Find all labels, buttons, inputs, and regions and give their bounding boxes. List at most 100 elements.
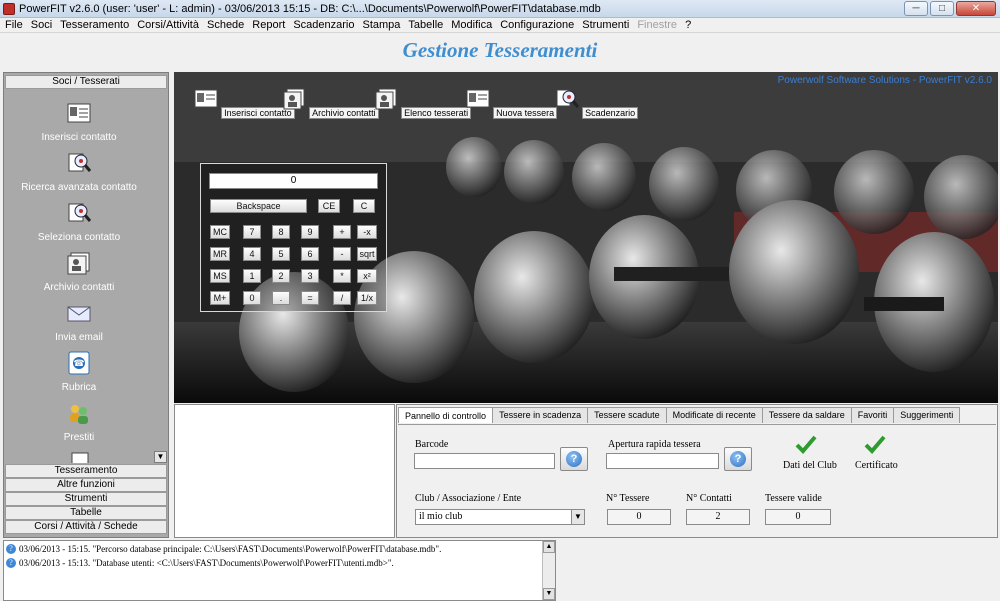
calc-sqrt-button[interactable]: sqrt (357, 247, 377, 261)
tab-modificate-di-recente[interactable]: Modificate di recente (665, 407, 763, 423)
sidebar-section-tabelle[interactable]: Tabelle (5, 506, 167, 520)
info-icon: ? (6, 544, 16, 554)
menu-modifica[interactable]: Modifica (451, 19, 492, 31)
calc-6-button[interactable]: 6 (301, 247, 319, 261)
menu-tabelle[interactable]: Tabelle (408, 19, 443, 31)
menu-report[interactable]: Report (252, 19, 285, 31)
calc-mr-button[interactable]: MR (210, 247, 230, 261)
maximize-button[interactable]: □ (930, 1, 954, 16)
calc-2-button[interactable]: 2 (272, 269, 290, 283)
toolbar-elenco-tesserati[interactable]: Elenco tesserati (374, 88, 472, 119)
calc-subtract-button[interactable]: - (333, 247, 351, 261)
tab-tessere-scadute[interactable]: Tessere scadute (587, 407, 667, 423)
chevron-down-icon[interactable]: ▼ (154, 451, 167, 463)
tab-suggerimenti[interactable]: Suggerimenti (893, 407, 961, 423)
apertura-rapida-label: Apertura rapida tessera (608, 439, 701, 450)
calc-5-button[interactable]: 5 (272, 247, 290, 261)
menu-configurazione[interactable]: Configurazione (500, 19, 574, 31)
menu-finestre: Finestre (637, 19, 678, 31)
sidebar-section-strumenti[interactable]: Strumenti (5, 492, 167, 506)
club-label: Club / Associazione / Ente (415, 493, 522, 504)
calc-reciprocal-button[interactable]: 1/x (357, 291, 377, 305)
calc-9-button[interactable]: 9 (301, 225, 319, 239)
toolbar-scadenzario[interactable]: Scadenzario (555, 88, 639, 119)
sidebar-section-tesseramento[interactable]: Tesseramento (5, 464, 167, 478)
log-scrollbar[interactable]: ▲ ▼ (542, 541, 555, 600)
status-area (557, 540, 998, 601)
toolbar-label: Nuova tessera (493, 107, 558, 119)
tessere-valide-label: Tessere valide (765, 493, 822, 504)
calc-0-button[interactable]: 0 (243, 291, 261, 305)
tab-tessere-da-saldare[interactable]: Tessere da saldare (761, 407, 852, 423)
users-icon (70, 405, 88, 424)
log-entry: ? 03/06/2013 - 15:13. "Database utenti: … (6, 558, 394, 568)
tab-strip: Pannello di controllo Tessere in scadenz… (398, 407, 961, 423)
tab-pannello-di-controllo[interactable]: Pannello di controllo (398, 407, 494, 423)
menu-strumenti[interactable]: Strumenti (582, 19, 629, 31)
calculator-display[interactable]: 0 (209, 173, 378, 189)
sidebar-item-prestiti[interactable]: Prestiti (4, 401, 154, 443)
chevron-down-icon[interactable]: ▼ (571, 510, 584, 524)
toolbar-archivio-contatti[interactable]: Archivio contatti (282, 88, 379, 119)
sidebar-item-inserisci-contatto[interactable]: Inserisci contatto (4, 101, 154, 143)
menu-file[interactable]: File (5, 19, 23, 31)
apertura-rapida-input[interactable] (606, 453, 719, 469)
calc-add-button[interactable]: + (333, 225, 351, 239)
magnifier-icon (556, 89, 580, 108)
barcode-input[interactable] (414, 453, 555, 469)
calc-4-button[interactable]: 4 (243, 247, 261, 261)
app-icon (3, 2, 15, 15)
calc-8-button[interactable]: 8 (272, 225, 290, 239)
menu-soci[interactable]: Soci (31, 19, 52, 31)
menu-stampa[interactable]: Stampa (362, 19, 400, 31)
calc-7-button[interactable]: 7 (243, 225, 261, 239)
calc-1-button[interactable]: 1 (243, 269, 261, 283)
chevron-down-icon[interactable]: ▼ (543, 588, 555, 600)
chevron-up-icon[interactable]: ▲ (543, 541, 555, 553)
calc-decimal-button[interactable]: . (272, 291, 290, 305)
calc-equals-button[interactable]: = (301, 291, 319, 305)
calc-3-button[interactable]: 3 (301, 269, 319, 283)
envelope-icon (67, 306, 91, 322)
calc-square-button[interactable]: x² (357, 269, 377, 283)
calc-multiply-button[interactable]: * (333, 269, 351, 283)
tab-favoriti[interactable]: Favoriti (850, 407, 895, 423)
calc-c-button[interactable]: C (353, 199, 375, 213)
menu-help[interactable]: ? (685, 19, 691, 31)
sidebar-section-corsi[interactable]: Corsi / Attività / Schede (5, 520, 167, 534)
sidebar-item-invia-email[interactable]: Invia email (4, 301, 154, 343)
toolbar-inserisci-contatto[interactable]: Inserisci contatto (194, 88, 295, 119)
calc-mplus-button[interactable]: M+ (210, 291, 230, 305)
menu-tesseramento[interactable]: Tesseramento (60, 19, 129, 31)
calc-divide-button[interactable]: / (333, 291, 351, 305)
toolbar-nuova-tessera[interactable]: Nuova tessera (466, 88, 558, 119)
calc-ms-button[interactable]: MS (210, 269, 230, 283)
log-text: 03/06/2013 - 15:13. "Database utenti: <C… (19, 558, 394, 568)
minimize-button[interactable]: ─ (904, 1, 928, 16)
close-button[interactable]: ✕ (956, 1, 996, 16)
sidebar-scrollbar[interactable]: ▼ (154, 91, 168, 463)
calc-ce-button[interactable]: CE (318, 199, 340, 213)
menu-corsi-attivita[interactable]: Corsi/Attività (137, 19, 199, 31)
sidebar-item-seleziona-contatto[interactable]: Seleziona contatto (4, 201, 154, 243)
calc-backspace-button[interactable]: Backspace (210, 199, 307, 213)
calc-negate-button[interactable]: -x (357, 225, 377, 239)
calc-mc-button[interactable]: MC (210, 225, 230, 239)
sidebar-item-ricerca-avanzata[interactable]: Ricerca avanzata contatto (4, 151, 154, 193)
apertura-help-button[interactable]: ? (724, 447, 752, 471)
sidebar-item-rubrica[interactable]: ☎ Rubrica (4, 351, 154, 393)
sidebar-item-archivio-contatti[interactable]: Archivio contatti (4, 251, 154, 293)
menu-schede[interactable]: Schede (207, 19, 244, 31)
sidebar-item-label: Invia email (55, 332, 103, 343)
barcode-help-button[interactable]: ? (560, 447, 588, 471)
sidebar-header-soci[interactable]: Soci / Tesserati (5, 75, 167, 89)
magnifier-icon (68, 203, 92, 222)
banner-credit: Powerwolf Software Solutions - PowerFIT … (777, 75, 992, 86)
card-add-icon (466, 89, 490, 108)
club-select[interactable]: il mio club ▼ (415, 509, 585, 525)
sidebar-item-label: Archivio contatti (43, 282, 115, 293)
sidebar-section-altre-funzioni[interactable]: Altre funzioni (5, 478, 167, 492)
tab-tessere-in-scadenza[interactable]: Tessere in scadenza (492, 407, 589, 423)
menu-scadenzario[interactable]: Scadenzario (293, 19, 354, 31)
log-entry: ? 03/06/2013 - 15:15. "Percorso database… (6, 544, 441, 554)
